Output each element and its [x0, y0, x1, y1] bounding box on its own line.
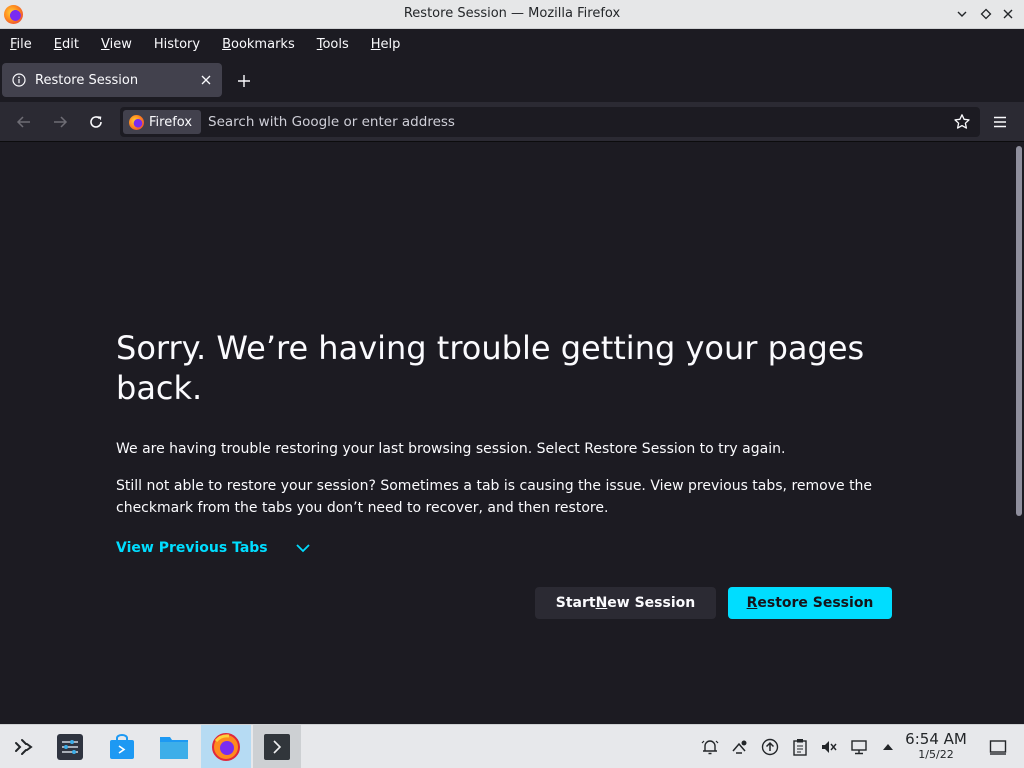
discover-store-icon[interactable]: [98, 725, 146, 768]
info-icon: [12, 73, 26, 87]
firefox-logo-icon: [129, 114, 144, 130]
file-manager-icon[interactable]: [150, 725, 198, 768]
hamburger-menu-icon: [994, 116, 1006, 128]
view-previous-tabs-label: View Previous Tabs: [116, 540, 268, 556]
vertical-scrollbar[interactable]: [1016, 146, 1022, 516]
page-content: Sorry. We’re having trouble getting your…: [0, 142, 1024, 724]
back-button[interactable]: [10, 108, 38, 136]
window-titlebar: Restore Session — Mozilla Firefox: [0, 0, 1024, 29]
device-sync-icon[interactable]: [729, 737, 749, 757]
back-arrow-icon: [16, 116, 30, 128]
bookmark-star-icon[interactable]: [952, 112, 972, 132]
application-launcher-icon[interactable]: [0, 725, 48, 768]
plus-icon: [238, 75, 250, 87]
start-new-session-button[interactable]: Start New Session: [535, 587, 716, 619]
restore-help-message: Still not able to restore your session? …: [116, 478, 873, 516]
forward-button[interactable]: [46, 108, 74, 136]
menu-bookmarks[interactable]: Bookmarks: [222, 37, 295, 52]
view-previous-tabs-toggle[interactable]: View Previous Tabs: [116, 539, 312, 557]
reload-button[interactable]: [82, 108, 110, 136]
window-title: Restore Session — Mozilla Firefox: [403, 6, 621, 21]
network-wired-icon[interactable]: [849, 737, 869, 757]
menu-bar: File Edit View History Bookmarks Tools H…: [0, 29, 1024, 59]
volume-muted-icon[interactable]: [819, 737, 839, 757]
address-input[interactable]: [208, 107, 928, 137]
menu-tools[interactable]: Tools: [317, 37, 349, 52]
show-desktop-icon[interactable]: [988, 737, 1008, 757]
menu-edit[interactable]: Edit: [54, 37, 79, 52]
page-title: Sorry. We’re having trouble getting your…: [116, 329, 865, 407]
forward-arrow-icon: [54, 116, 68, 128]
restore-session-button[interactable]: Restore Session: [728, 587, 892, 619]
close-tab-icon[interactable]: [196, 70, 216, 90]
maximize-icon[interactable]: [976, 4, 996, 24]
reload-icon: [90, 116, 102, 128]
restore-error-message: We are having trouble restoring your las…: [116, 441, 786, 457]
identity-box[interactable]: Firefox: [123, 110, 201, 134]
new-tab-button[interactable]: [232, 69, 256, 93]
chevron-down-icon: [295, 544, 310, 553]
close-window-icon[interactable]: [998, 4, 1018, 24]
tab-label: Restore Session: [35, 72, 139, 88]
notifications-icon[interactable]: [700, 737, 720, 757]
tab-restore-session[interactable]: Restore Session: [2, 63, 222, 97]
updates-icon[interactable]: [760, 737, 780, 757]
menu-view[interactable]: View: [101, 37, 132, 52]
tab-strip: Restore Session: [0, 59, 1024, 102]
menu-file[interactable]: File: [10, 37, 32, 52]
clock[interactable]: 6:54 AM 1/5/22: [900, 730, 972, 762]
minimize-icon[interactable]: [952, 4, 972, 24]
identity-label: Firefox: [149, 114, 193, 130]
menu-history[interactable]: History: [154, 37, 200, 52]
taskbar: 6:54 AM 1/5/22: [0, 724, 1024, 768]
menu-help[interactable]: Help: [371, 37, 401, 52]
terminal-icon[interactable]: [253, 725, 301, 768]
clipboard-icon[interactable]: [790, 737, 810, 757]
app-menu-button[interactable]: [986, 108, 1014, 136]
clock-time: 6:54 AM: [905, 730, 967, 748]
clock-date: 1/5/22: [918, 748, 954, 761]
url-bar: Firefox: [120, 107, 980, 137]
system-settings-icon[interactable]: [46, 725, 94, 768]
firefox-taskbar-icon[interactable]: [201, 725, 251, 768]
system-tray-expand-icon[interactable]: [878, 737, 898, 757]
navigation-toolbar: Firefox: [0, 102, 1024, 142]
